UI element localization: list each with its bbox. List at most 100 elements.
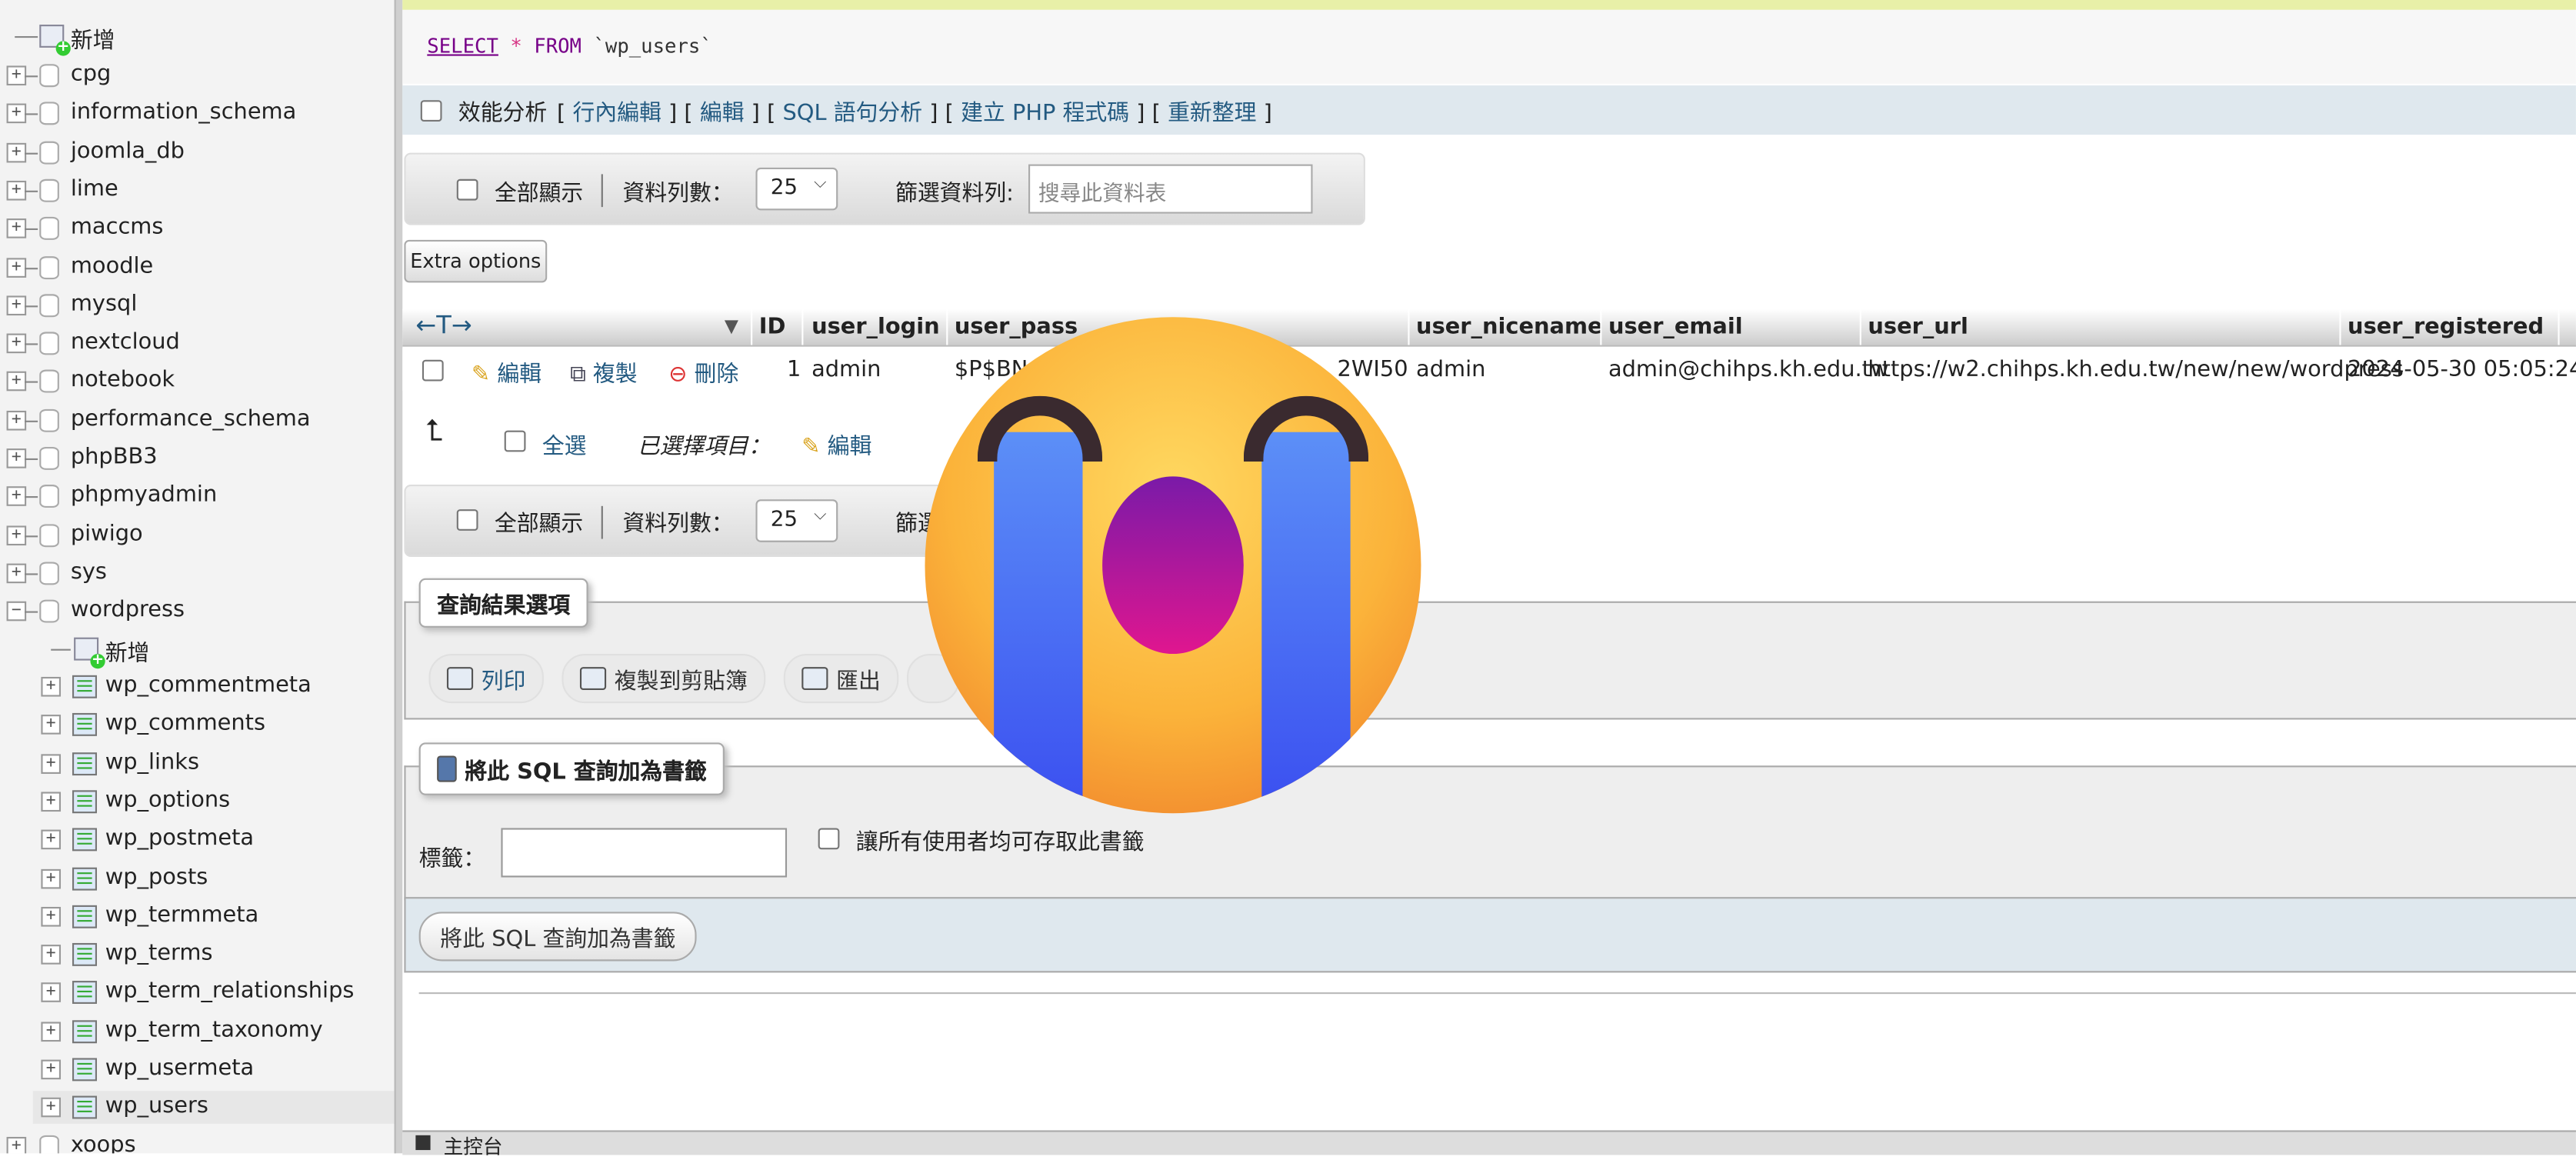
tree-table-wp-term-taxonomy[interactable]: + wp_term_taxonomy <box>33 1015 395 1048</box>
expand-icon[interactable]: + <box>41 983 62 1003</box>
tree-table-wp-term-relationships[interactable]: + wp_term_relationships <box>33 976 395 1009</box>
bookmark-label-input[interactable] <box>501 828 788 878</box>
row-checkbox[interactable] <box>422 359 444 382</box>
tree-table-wp-postmeta[interactable]: + wp_postmeta <box>33 823 395 856</box>
expand-icon[interactable]: + <box>41 792 62 812</box>
expand-icon[interactable]: + <box>41 1021 62 1042</box>
cell-id[interactable]: 1 <box>787 356 801 382</box>
tree-database-phpbb3[interactable]: + phpBB3 <box>0 442 395 475</box>
tree-database-moodle[interactable]: + moodle <box>0 251 395 284</box>
expand-icon[interactable]: + <box>6 295 27 315</box>
filter-rows-input[interactable]: 搜尋此資料表 <box>1028 164 1313 214</box>
expand-icon[interactable]: + <box>41 676 62 697</box>
tree-table-wp-options[interactable]: + wp_options <box>33 785 395 818</box>
tree-database-sys[interactable]: + sys <box>0 557 395 590</box>
profiling-checkbox[interactable] <box>420 99 442 121</box>
column-header-user-pass[interactable]: user_pass <box>955 314 1078 340</box>
refresh-link[interactable]: 重新整理 <box>1168 100 1256 126</box>
tree-database-joomla_db[interactable]: + joomla_db <box>0 135 395 168</box>
expand-icon[interactable]: + <box>6 65 27 86</box>
tree-new-database[interactable]: 新增 <box>0 20 395 56</box>
edit-link[interactable]: 編輯 <box>700 100 745 126</box>
expand-icon[interactable]: + <box>41 715 62 735</box>
expand-icon[interactable]: + <box>6 333 27 354</box>
column-arrows-icon[interactable]: ←T→ <box>415 311 472 340</box>
tree-database-wordpress[interactable]: − wordpress <box>0 595 395 628</box>
tree-table-wp-usermeta[interactable]: + wp_usermeta <box>33 1053 395 1086</box>
expand-icon[interactable]: + <box>41 906 62 927</box>
show-all-checkbox-bottom[interactable] <box>456 509 478 531</box>
copy-to-clipboard-button[interactable]: 複製到剪貼簿 <box>562 654 766 704</box>
expand-icon[interactable]: + <box>6 563 27 583</box>
expand-icon[interactable]: + <box>41 1098 62 1118</box>
tree-table-wp-posts[interactable]: + wp_posts <box>33 862 395 895</box>
cell-user-registered[interactable]: 2024-05-30 05:05:24 <box>2348 356 2576 382</box>
tree-database-notebook[interactable]: + notebook <box>0 365 395 398</box>
expand-icon[interactable]: + <box>6 257 27 277</box>
export-button[interactable]: 匯出 <box>783 654 899 704</box>
tree-table-wp-links[interactable]: + wp_links <box>33 747 395 780</box>
inline-edit-link[interactable]: 行內編輯 <box>572 100 661 126</box>
sort-dropdown-icon[interactable]: ▼ <box>725 315 738 337</box>
column-header-user-registered[interactable]: user_registered <box>2348 314 2544 340</box>
select-all-checkbox[interactable] <box>504 430 526 452</box>
sidebar-resize-handle[interactable] <box>394 0 403 1154</box>
cell-user-nicename[interactable]: admin <box>1416 356 1485 382</box>
cell-user-pass-end[interactable]: 2WI50 <box>1338 356 1408 382</box>
tree-database-piwigo[interactable]: + piwigo <box>0 518 395 552</box>
tree-table-wp-terms[interactable]: + wp_terms <box>33 938 395 972</box>
column-header-user-nicename[interactable]: user_nicename <box>1416 314 1603 340</box>
tree-database-nextcloud[interactable]: + nextcloud <box>0 327 395 360</box>
expand-icon[interactable]: + <box>6 448 27 468</box>
expand-icon[interactable]: + <box>6 410 27 430</box>
column-header-user-email[interactable]: user_email <box>1608 314 1743 340</box>
sql-explain-link[interactable]: SQL 語句分析 <box>783 100 923 126</box>
tree-wordpress-new-table[interactable]: 新增 <box>0 632 395 669</box>
tree-table-wp-commentmeta[interactable]: + wp_commentmeta <box>33 670 395 703</box>
tree-database-lime[interactable]: + lime <box>0 174 395 207</box>
column-header-user-login[interactable]: user_login <box>811 314 940 340</box>
print-button[interactable]: 列印 <box>428 654 544 704</box>
tree-database-xoops[interactable]: + xoops <box>0 1130 395 1154</box>
bookmark-share-checkbox[interactable] <box>818 828 840 850</box>
show-all-checkbox[interactable] <box>456 178 478 201</box>
row-delete-action[interactable]: ⊖ 刪除 <box>668 355 738 388</box>
expand-icon[interactable]: + <box>41 945 62 965</box>
tree-database-mysql[interactable]: + mysql <box>0 288 395 322</box>
tree-table-wp-users[interactable]: + wp_users <box>32 1091 395 1125</box>
create-php-code-link[interactable]: 建立 PHP 程式碼 <box>961 100 1129 126</box>
bulk-edit-button[interactable]: ✎ 編輯 <box>801 427 871 460</box>
expand-icon[interactable]: + <box>6 142 27 162</box>
cell-user-email[interactable]: admin@chihps.kh.edu.tw <box>1608 356 1889 382</box>
column-header-id[interactable]: ID <box>759 314 786 340</box>
expand-icon[interactable]: + <box>6 218 27 239</box>
expand-icon[interactable]: + <box>6 372 27 392</box>
tree-database-cpg[interactable]: + cpg <box>0 59 395 92</box>
console-bar[interactable]: 主控台 <box>402 1130 2576 1158</box>
select-all-label[interactable]: 全選 <box>542 427 587 460</box>
expand-icon[interactable]: + <box>6 104 27 124</box>
row-copy-action[interactable]: ⧉ 複製 <box>570 355 637 388</box>
tree-table-wp-comments[interactable]: + wp_comments <box>33 708 395 742</box>
row-edit-action[interactable]: ✎ 編輯 <box>472 355 542 388</box>
expand-icon[interactable]: + <box>6 525 27 545</box>
cell-user-url[interactable]: https://w2.chihps.kh.edu.tw/new/new/word… <box>1868 356 2403 382</box>
expand-icon[interactable]: + <box>41 753 62 774</box>
expand-icon[interactable]: + <box>6 1136 27 1154</box>
expand-icon[interactable]: + <box>41 868 62 888</box>
tree-database-performance_schema[interactable]: + performance_schema <box>0 404 395 437</box>
expand-icon[interactable]: + <box>6 180 27 201</box>
cell-user-login[interactable]: admin <box>811 356 881 382</box>
column-header-user-url[interactable]: user_url <box>1868 314 1968 340</box>
expand-icon[interactable]: + <box>6 486 27 507</box>
expand-icon[interactable]: + <box>41 829 62 850</box>
collapse-icon[interactable]: − <box>6 602 27 622</box>
tree-database-maccms[interactable]: + maccms <box>0 212 395 245</box>
tree-database-phpmyadmin[interactable]: + phpmyadmin <box>0 480 395 513</box>
rows-per-page-select[interactable]: 25 ⌵ <box>755 167 838 211</box>
rows-per-page-select-bottom[interactable]: 25 ⌵ <box>755 499 838 542</box>
tree-database-information_schema[interactable]: + information_schema <box>0 98 395 131</box>
bookmark-submit-button[interactable]: 將此 SQL 查詢加為書籤 <box>418 912 698 962</box>
tree-table-wp-termmeta[interactable]: + wp_termmeta <box>33 900 395 933</box>
expand-icon[interactable]: + <box>41 1059 62 1080</box>
